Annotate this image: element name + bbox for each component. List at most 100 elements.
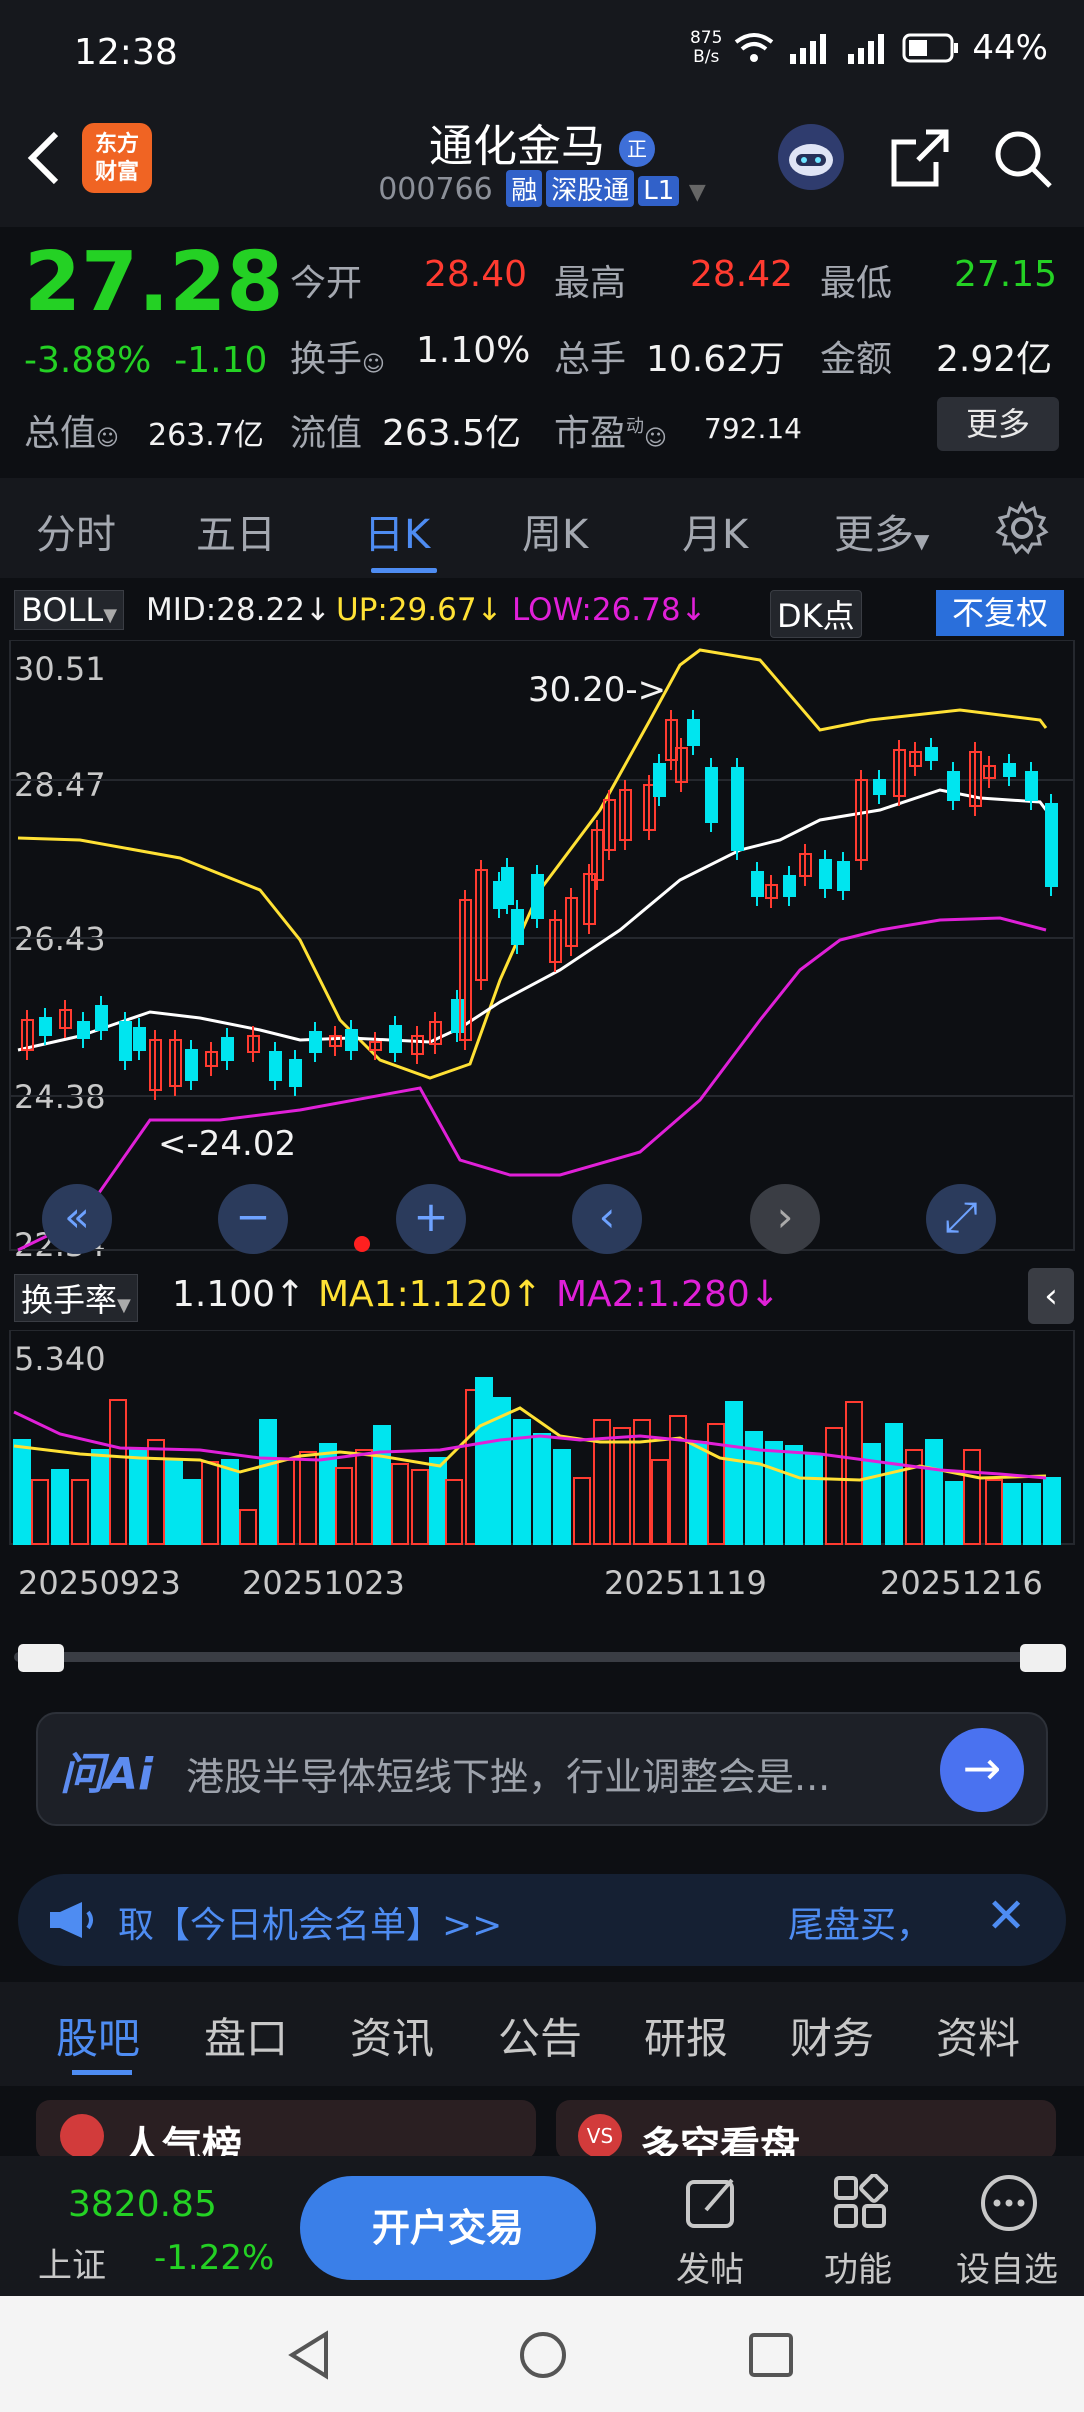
turnover-bar [373,1425,391,1545]
candle [531,874,544,919]
tab-pankou[interactable]: 盘口 [204,2005,288,2066]
turnover-bar [13,1439,31,1545]
adjust-mode-button[interactable]: 不复权 [936,590,1064,636]
next-icon[interactable]: › [750,1184,820,1254]
candle [501,867,514,905]
open-value: 28.40 [424,254,528,295]
volume-value: 10.62万 [646,339,786,380]
edit-post-icon[interactable] [684,2174,740,2230]
turnover-bar [885,1423,903,1545]
tab-daily-k[interactable]: 日K [364,502,430,560]
tab-profile[interactable]: 资料 [936,2005,1020,2066]
tab-announcement[interactable]: 公告 [498,2005,582,2066]
turnover-selector[interactable]: 换手率▼ [14,1274,138,1322]
turnover-chart[interactable] [0,1330,1084,1550]
ai-logo: 问Ai [60,1749,154,1800]
chevron-down-icon[interactable]: ▼ [689,180,706,205]
candle [1045,803,1058,887]
boll-mid: MID:28.22↓ [146,592,331,628]
range-slider-track[interactable] [14,1652,1064,1662]
turnover-bar [651,1459,669,1545]
robot-icon[interactable] [778,124,844,190]
more-dots-icon[interactable] [980,2174,1038,2232]
long-short-card[interactable]: VS 多空看盘 [556,2100,1056,2170]
tab-intraday[interactable]: 分时 [36,502,116,560]
collapse-icon[interactable]: ‹ [1028,1268,1074,1324]
ai-send-arrow-icon[interactable]: → [940,1728,1024,1812]
post-label[interactable]: 发帖 [676,2242,744,2291]
tab-weekly-k[interactable]: 周K [522,502,588,560]
function-label[interactable]: 功能 [824,2242,892,2291]
turnover-bar [299,1451,317,1545]
signal-icon [790,34,827,64]
candle [783,875,796,897]
settings-gear-icon[interactable] [994,500,1050,556]
low-value: 27.15 [954,254,1058,295]
turnover-ma2: MA2:1.280↓ [556,1274,780,1315]
index-value: 3820.85 [68,2184,217,2225]
range-handle-left[interactable] [18,1644,64,1672]
boll-mid-line [17,788,1048,1052]
rewind-icon[interactable]: « [42,1184,112,1254]
system-nav-bar [0,2296,1084,2412]
turnover-bar [201,1461,219,1545]
candle [451,999,464,1033]
vs-icon: VS [578,2114,622,2158]
turnover-bar [725,1401,743,1545]
open-account-trade-button[interactable]: 开户交易 [300,2176,596,2280]
tab-five-day[interactable]: 五日 [196,502,276,560]
nav-home-icon[interactable] [518,2330,568,2380]
zoom-in-icon[interactable]: + [396,1184,466,1254]
notice-ticker[interactable]: 取【今日机会名单】>> 尾盘买， ✕ [18,1874,1066,1966]
range-handle-right[interactable] [1020,1644,1066,1672]
candle [873,779,886,795]
turnover-bar [277,1459,295,1545]
add-watchlist-label[interactable]: 设自选 [956,2242,1058,2291]
dk-point-button[interactable]: DK点 [770,590,862,638]
open-label: 今开 [290,263,363,304]
tab-monthly-k[interactable]: 月K [682,502,748,560]
turnover-bar [1023,1483,1041,1545]
turnover-bar [1003,1483,1021,1545]
status-bar: 12:38 875 B/s 44% [0,0,1084,105]
turnover-bar [335,1467,353,1545]
candle [77,1021,90,1039]
fullscreen-icon[interactable]: ⤢ [926,1184,996,1254]
turnover-bar [221,1459,239,1545]
turnover-bar [475,1377,493,1545]
nav-back-icon[interactable] [286,2330,332,2380]
turnover-bar [239,1509,257,1545]
live-dot [354,1236,370,1252]
kline-chart[interactable] [0,640,1084,1260]
tab-guba[interactable]: 股吧 [56,2005,140,2066]
low-label: 最低 [820,263,893,304]
ai-prompt-text: 港股半导体短线下挫，行业调整会是... [186,1755,831,1799]
popularity-card[interactable]: 人气榜 [36,2100,536,2170]
tab-research[interactable]: 研报 [644,2005,728,2066]
content-tab-underline [72,2070,132,2075]
candle [687,719,700,746]
candle [819,859,832,889]
turnover-bar [845,1401,863,1545]
battery-level: 44% [972,28,1048,68]
close-icon[interactable]: ✕ [986,1888,1026,1944]
prev-icon[interactable]: ‹ [572,1184,642,1254]
candle [345,1029,358,1051]
turnover-bar [183,1479,201,1545]
candle [39,1017,52,1036]
zoom-out-icon[interactable]: − [218,1184,288,1254]
boll-selector[interactable]: BOLL▼ [14,590,125,630]
search-icon[interactable] [990,126,1054,190]
tag-sgt: 深股通 [546,170,635,207]
share-icon[interactable] [888,126,952,190]
function-grid-icon[interactable] [832,2174,888,2230]
tab-more[interactable]: 更多▼ [834,502,929,560]
ai-ask-bar[interactable]: 问Ai 港股半导体短线下挫，行业调整会是... → [36,1712,1048,1826]
more-button[interactable]: 更多 [937,397,1059,451]
tab-finance[interactable]: 财务 [790,2005,874,2066]
nav-recents-icon[interactable] [748,2332,794,2378]
turnover-bar [669,1415,687,1545]
tab-news[interactable]: 资讯 [350,2005,434,2066]
battery-icon [902,33,959,63]
turnover-rate: 1.100↑ [172,1274,306,1315]
